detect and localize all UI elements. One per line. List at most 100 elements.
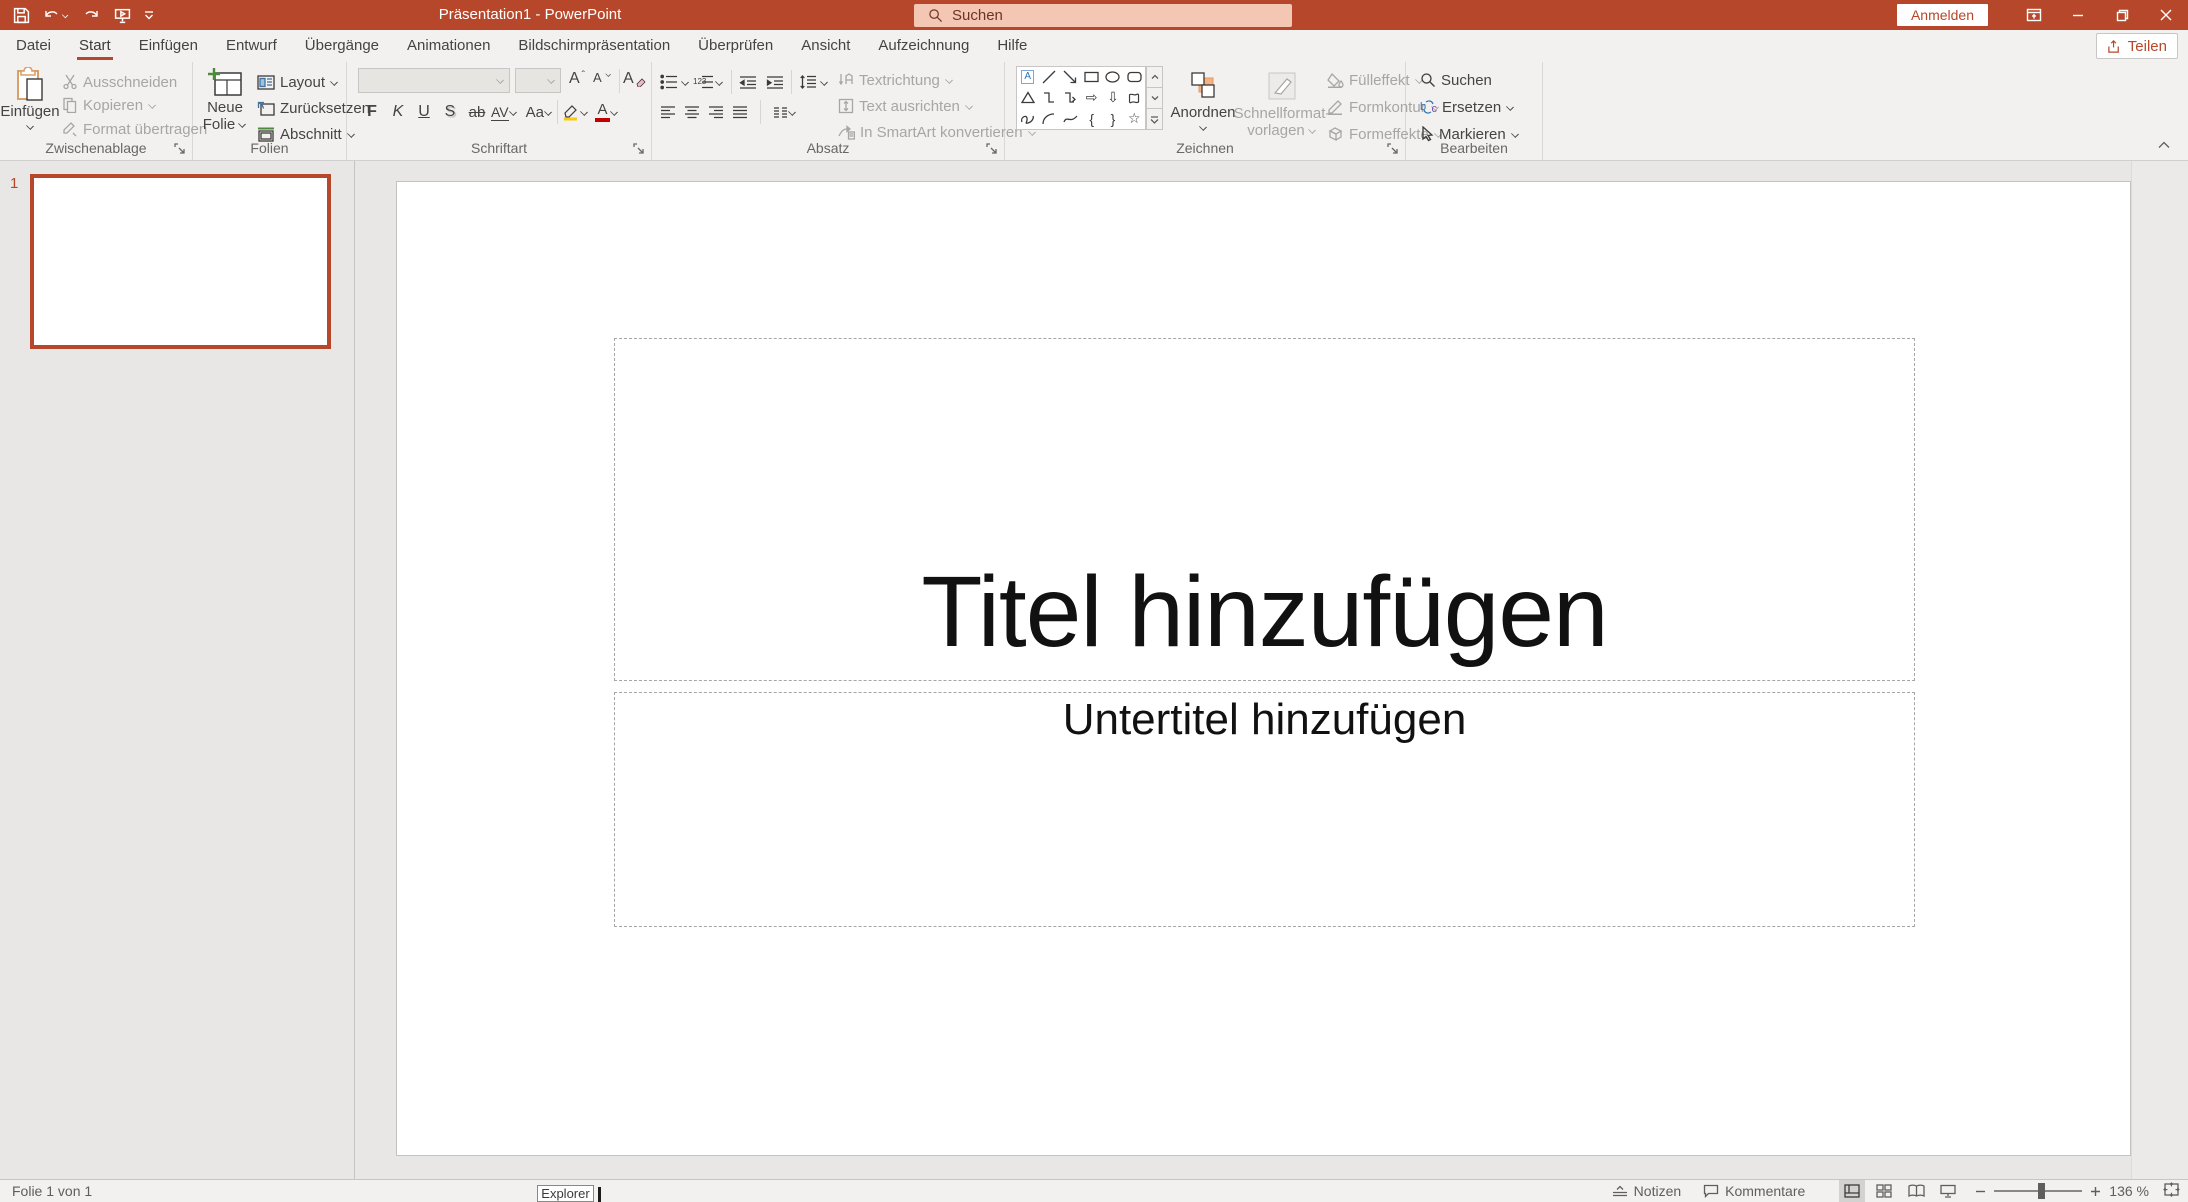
shape-elbow-arrow-connector[interactable]: [1060, 88, 1081, 109]
justify-icon[interactable]: [732, 105, 748, 120]
align-center-icon[interactable]: [684, 105, 700, 120]
tab-bildschirmpraesentation[interactable]: Bildschirmpräsentation: [504, 30, 684, 62]
italic-button[interactable]: K: [385, 103, 411, 121]
undo-icon[interactable]: [41, 2, 71, 28]
new-slide-dropdown-chevron[interactable]: [238, 120, 247, 129]
vertical-scrollbar-track[interactable]: [2131, 161, 2188, 1179]
font-dialog-launcher-icon[interactable]: [633, 142, 646, 155]
paste-button[interactable]: Einfügen: [0, 67, 60, 145]
align-left-icon[interactable]: [660, 105, 676, 120]
paste-dropdown-chevron[interactable]: [26, 122, 35, 131]
slide-canvas[interactable]: Titel hinzufügen Untertitel hinzufügen: [396, 181, 2131, 1156]
tab-ueberpruefen[interactable]: Überprüfen: [684, 30, 787, 62]
shape-triangle[interactable]: [1017, 88, 1038, 109]
shape-right-arrow[interactable]: ⇨: [1081, 88, 1102, 109]
sign-in-button[interactable]: Anmelden: [1896, 4, 1988, 26]
ribbon-display-options-icon[interactable]: [2012, 0, 2056, 30]
restore-button[interactable]: [2100, 0, 2144, 30]
text-shadow-button[interactable]: S: [437, 103, 463, 121]
zoom-slider-track[interactable]: [1994, 1183, 2083, 1199]
zoom-level[interactable]: 136 %: [2109, 1183, 2149, 1199]
explorer-tooltip[interactable]: Explorer: [537, 1185, 594, 1202]
share-button[interactable]: Teilen: [2095, 33, 2178, 59]
shapes-scroll-up-icon[interactable]: [1146, 66, 1163, 88]
tab-animationen[interactable]: Animationen: [393, 30, 504, 62]
shape-arrow[interactable]: [1060, 67, 1081, 88]
zoom-in-icon[interactable]: [2090, 1186, 2101, 1197]
fit-slide-to-window-button[interactable]: [2163, 1182, 2180, 1200]
close-button[interactable]: [2144, 0, 2188, 30]
minimize-button[interactable]: [2056, 0, 2100, 30]
change-case-button[interactable]: Aa: [526, 104, 553, 121]
shape-line[interactable]: [1038, 67, 1059, 88]
layout-dropdown-chevron[interactable]: [330, 78, 339, 87]
shape-curve[interactable]: [1060, 108, 1081, 129]
replace-button[interactable]: b c Ersetzen: [1420, 95, 1515, 119]
shape-elbow-connector[interactable]: [1038, 88, 1059, 109]
search-box[interactable]: Suchen: [914, 4, 1292, 27]
character-spacing-button[interactable]: AV: [491, 104, 518, 121]
shape-oval[interactable]: [1102, 67, 1123, 88]
redo-icon[interactable]: [80, 2, 102, 28]
line-spacing-dropdown-chevron[interactable]: [820, 78, 829, 87]
tab-uebergaenge[interactable]: Übergänge: [291, 30, 393, 62]
select-dropdown-chevron[interactable]: [1511, 130, 1520, 139]
shapes-more-icon[interactable]: [1146, 109, 1163, 130]
shape-down-arrow[interactable]: ⇩: [1102, 88, 1123, 109]
bold-button[interactable]: F: [359, 103, 385, 121]
layout-button[interactable]: Layout: [257, 70, 339, 94]
undo-dropdown-chevron[interactable]: [61, 11, 68, 18]
shape-flowchart[interactable]: [1124, 88, 1145, 109]
shape-star[interactable]: ☆: [1124, 108, 1145, 129]
title-placeholder[interactable]: Titel hinzufügen: [614, 338, 1915, 681]
shape-arc[interactable]: [1038, 108, 1059, 129]
shape-rounded-rectangle[interactable]: [1124, 67, 1145, 88]
reading-view-button[interactable]: [1903, 1180, 1929, 1202]
collapse-ribbon-icon[interactable]: [2158, 136, 2170, 154]
arrange-button[interactable]: Anordnen: [1167, 67, 1239, 151]
shrink-font-button[interactable]: A: [593, 70, 613, 85]
shape-left-brace[interactable]: {: [1081, 108, 1102, 129]
tab-hilfe[interactable]: Hilfe: [983, 30, 1041, 62]
arrange-dropdown-chevron[interactable]: [1199, 123, 1208, 132]
align-right-icon[interactable]: [708, 105, 724, 120]
shape-right-brace[interactable]: }: [1102, 108, 1123, 129]
comments-toggle[interactable]: Kommentare: [1699, 1180, 1809, 1202]
tab-datei[interactable]: Datei: [2, 30, 65, 62]
tab-start[interactable]: Start: [65, 30, 125, 62]
underline-button[interactable]: U: [411, 103, 437, 121]
slideshow-view-button[interactable]: [1935, 1180, 1961, 1202]
new-slide-button[interactable]: Neue Folie: [199, 67, 251, 151]
shapes-scroll-down-icon[interactable]: [1146, 88, 1163, 109]
subtitle-placeholder[interactable]: Untertitel hinzufügen: [614, 692, 1915, 927]
paragraph-dialog-launcher-icon[interactable]: [986, 142, 999, 155]
tab-entwurf[interactable]: Entwurf: [212, 30, 291, 62]
font-color-button[interactable]: A: [595, 102, 619, 122]
zoom-out-icon[interactable]: [1975, 1186, 1986, 1197]
save-icon[interactable]: [10, 2, 32, 28]
numbering-dropdown-chevron[interactable]: [715, 78, 724, 87]
customize-qat-chevron-icon[interactable]: [142, 2, 156, 28]
notes-toggle[interactable]: Notizen: [1608, 1180, 1685, 1202]
grow-font-button[interactable]: Aˆ: [569, 70, 585, 88]
line-spacing-icon[interactable]: [799, 74, 817, 90]
find-button[interactable]: Suchen: [1420, 68, 1492, 92]
normal-view-button[interactable]: [1839, 1180, 1866, 1202]
numbering-button[interactable]: 123: [693, 74, 724, 90]
columns-button[interactable]: [773, 105, 797, 120]
clear-formatting-button[interactable]: A: [623, 70, 646, 88]
slide-sorter-view-button[interactable]: [1871, 1180, 1897, 1202]
shape-scribble[interactable]: [1017, 108, 1038, 129]
tab-ansicht[interactable]: Ansicht: [787, 30, 864, 62]
bullets-dropdown-chevron[interactable]: [681, 78, 690, 87]
strikethrough-button[interactable]: ab: [463, 104, 491, 121]
zoom-slider-thumb[interactable]: [2038, 1183, 2046, 1199]
tab-einfuegen[interactable]: Einfügen: [125, 30, 212, 62]
clipboard-dialog-launcher-icon[interactable]: [174, 142, 187, 155]
replace-dropdown-chevron[interactable]: [1506, 103, 1515, 112]
shape-textbox[interactable]: A: [1017, 67, 1038, 88]
bullets-icon[interactable]: [660, 74, 678, 90]
decrease-indent-icon[interactable]: [739, 75, 757, 90]
text-highlight-button[interactable]: [562, 103, 589, 121]
start-presentation-icon[interactable]: [111, 2, 133, 28]
